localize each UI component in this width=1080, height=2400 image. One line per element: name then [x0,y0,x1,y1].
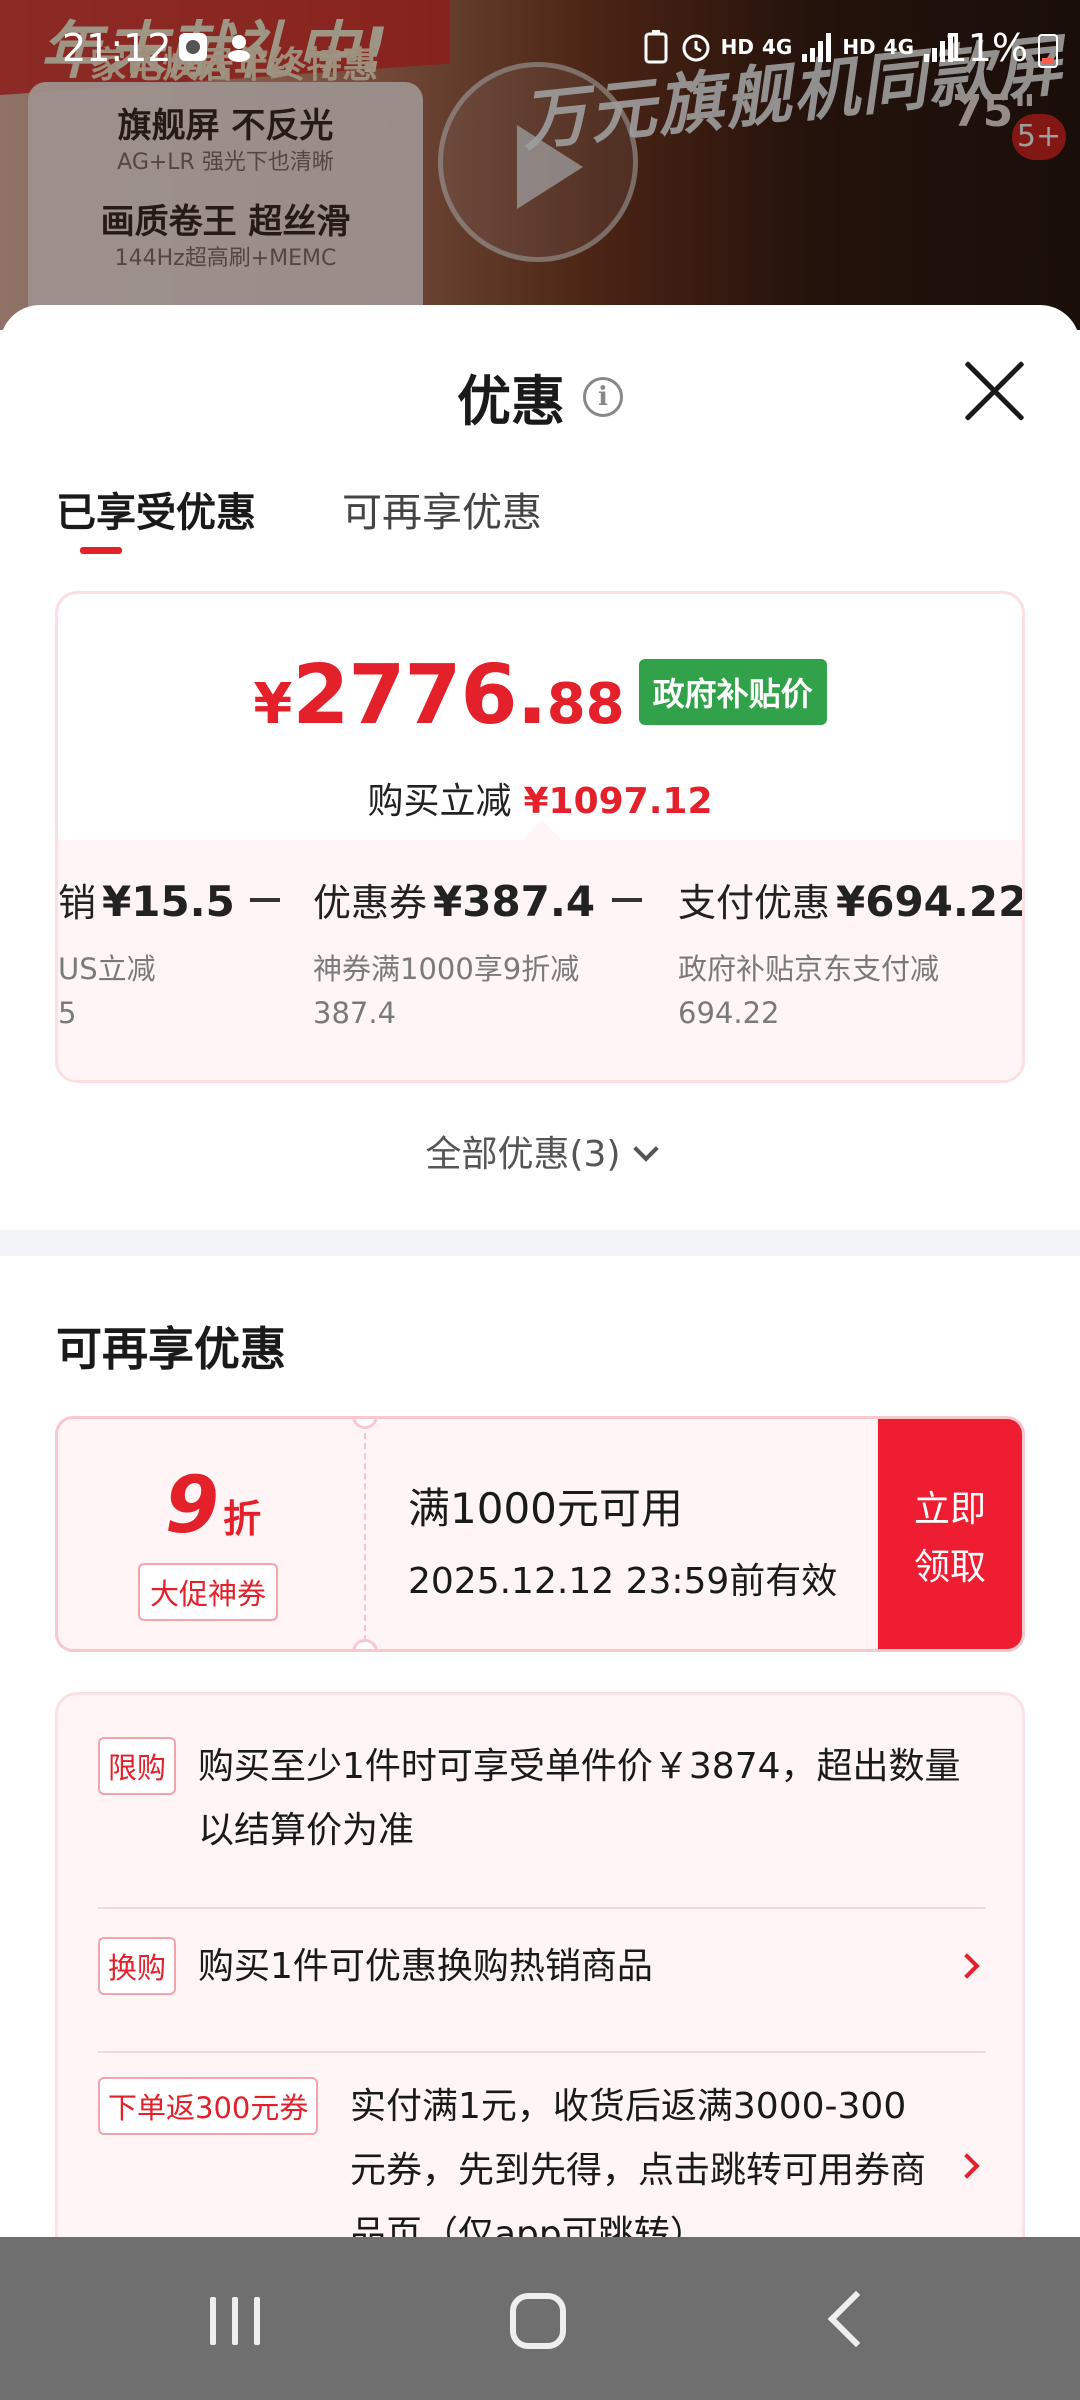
breakdown-desc-value: 5 [58,996,77,1030]
minus-sign [250,898,280,902]
price-integer: 2776. [292,648,547,743]
volte-label-2: HD [842,35,876,59]
claim-coupon-button[interactable]: 立即 领取 [878,1419,1022,1649]
signal-icon-1 [802,33,832,62]
section-divider [0,1230,1080,1256]
breakdown-item: 销 ¥15.5 US立减 5 [58,872,235,1035]
breakdown-desc: 政府补贴京东支付减 [678,952,940,986]
saving-summary: 购买立减 ¥1097.12 [58,772,1022,824]
breakdown-title: 优惠券 [313,881,428,925]
battery-icon [1038,34,1058,68]
breakdown-pointer [522,820,562,840]
promo-row-cashback[interactable]: 下单返300元券 实付满1元，收货后返满3000-300元券，先到先得，点击跳转… [98,2075,986,2237]
sheet-header: 优惠 i [0,357,1080,436]
breakdown-title: 支付优惠 [678,881,831,925]
final-price: ¥2776.88 政府补贴价 [58,648,1022,743]
all-offers-label: 全部优惠(3) [425,1134,621,1175]
info-icon[interactable]: i [583,376,623,417]
promotions-card: 限购 购买至少1件时可享受单件价￥3874，超出数量以结算价为准 换购 购买1件… [55,1692,1025,2237]
price-decimal: 88 [546,672,625,737]
close-button[interactable] [962,357,1030,425]
battery-saver-icon [644,30,668,64]
breakdown-title: 销 [58,881,97,925]
promo-tag: 下单返300元券 [98,2077,319,2135]
claim-label-2: 领取 [913,1547,986,1588]
all-offers-toggle[interactable]: 全部优惠(3) [0,1125,1080,1177]
notification-app-icon-2 [228,35,250,62]
price-currency: ¥ [253,672,293,737]
saving-value: ¥1097.12 [523,781,713,822]
breakdown-item: 优惠券 ¥387.4 神券满1000享9折减 387.4 [313,872,595,1035]
breakdown-desc: 神券满1000享9折减 [313,952,580,986]
coupon-separator [364,1433,366,1641]
home-button[interactable] [510,2293,566,2349]
active-tab-indicator [80,547,122,554]
gov-subsidy-tag: 政府补贴价 [638,659,827,725]
recents-button[interactable] [210,2297,262,2345]
status-icons: HD 4G HD 4G [641,30,956,64]
chevron-right-icon [954,1953,980,1979]
coupon-validity: 2025.12.12 23:59前有效 [408,1561,838,1602]
chevron-right-icon [954,2153,980,2179]
promo-text: 购买至少1件时可享受单件价￥3874，超出数量以结算价为准 [198,1746,961,1851]
coupon-details: 满1000元可用 2025.12.12 23:59前有效 [408,1475,837,1604]
minus-sign [612,898,642,902]
promo-row-limit: 限购 购买至少1件时可享受单件价￥3874，超出数量以结算价为准 [98,1735,986,1909]
discount-breakdown[interactable]: 销 ¥15.5 US立减 5 优惠券 ¥387.4 神券满1000享9折减 387.4 … [58,840,1025,1080]
battery-percent: 11% [943,26,1028,70]
coupon-discount: 9 [164,1461,220,1551]
volte-label-1: HD [720,35,754,59]
price-summary-card: ¥2776.88 政府补贴价 购买立减 ¥1097.12 销 ¥15.5 US立减 5 … [55,591,1025,1083]
breakdown-desc-value: 387.4 [313,996,397,1030]
promo-row-exchange[interactable]: 换购 购买1件可优惠换购热销商品 [98,1935,986,2053]
network-type-2: 4G [883,35,914,59]
promo-text: 实付满1元，收货后返满3000-300元券，先到先得，点击跳转可用券商品页（仅a… [350,2086,927,2237]
coupon-condition: 满1000元可用 [408,1484,683,1533]
tab-more-offers[interactable]: 可再享优惠 [342,480,542,538]
promo-divider [98,1907,986,1909]
status-bar: 21:12 HD 4G HD 4G 11% [0,0,1080,98]
tab-enjoyed-offers[interactable]: 已享受优惠 [56,480,256,538]
breakdown-amount: ¥15.5 [102,877,235,926]
breakdown-item: 支付优惠 ¥694.22 政府补贴京东支付减 694.22 [678,872,1025,1035]
breakdown-amount: ¥387.4 [433,877,596,926]
offers-sheet: 优惠 i 已享受优惠 可再享优惠 ¥2776.88 政府补贴价 购买立减 ¥1097.… [0,305,1080,2237]
coupon-card: 9折 大促神券 满1000元可用 2025.12.12 23:59前有效 立即 … [55,1416,1025,1652]
system-nav-bar [0,2237,1080,2400]
coupon-unit: 折 [223,1497,262,1541]
sheet-title: 优惠 [457,370,565,433]
breakdown-desc: US立减 [58,952,156,986]
chevron-down-icon [632,1136,659,1162]
claim-label-1: 立即 [913,1489,986,1530]
promo-tag: 换购 [98,1937,177,1995]
back-button[interactable] [827,2290,885,2348]
promo-divider [98,2051,986,2053]
network-type-1: 4G [761,35,793,59]
more-offers-title: 可再享优惠 [56,1322,286,1376]
saving-label: 购买立减 [367,781,512,822]
coupon-value: 9折 大促神券 [58,1419,368,1649]
breakdown-desc-value: 694.22 [678,996,780,1030]
coupon-tag: 大促神券 [138,1563,279,1621]
breakdown-amount: ¥694.22 [836,877,1025,926]
notification-app-icon [179,33,207,61]
alarm-icon [682,34,710,62]
status-time: 21:12 [62,26,172,70]
coupon-notch [352,1639,378,1649]
promo-text: 购买1件可优惠换购热销商品 [198,1946,653,1987]
promo-tag: 限购 [98,1737,177,1795]
